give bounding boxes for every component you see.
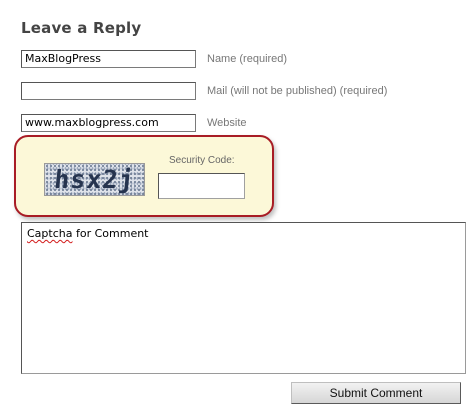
comment-misspelled-word: Captcha [27,227,73,240]
comment-text: for Comment [72,227,149,240]
website-input[interactable]: www.maxblogpress.com [21,114,196,132]
website-label: Website [207,117,247,129]
name-input[interactable]: MaxBlogPress [21,50,196,68]
comment-textarea[interactable]: Captcha for Comment [21,222,466,374]
captcha-image: hsx2j [44,163,145,196]
submit-comment-button[interactable]: Submit Comment [291,382,461,404]
reply-heading: Leave a Reply [21,19,142,37]
captcha-code-text: hsx2j [52,165,137,194]
mail-label: Mail (will not be published) (required) [207,85,388,97]
security-code-input[interactable] [158,173,245,199]
security-code-label: Security Code: [169,155,235,166]
name-label: Name (required) [207,53,288,65]
mail-input[interactable] [21,82,196,100]
